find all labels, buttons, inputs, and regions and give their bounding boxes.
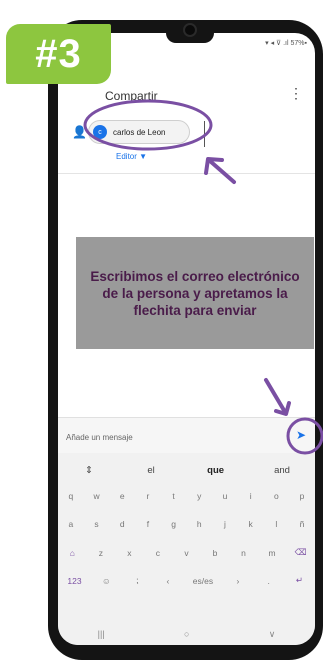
key[interactable]: j — [219, 519, 231, 529]
key[interactable]: k — [245, 519, 257, 529]
key[interactable]: i — [245, 491, 257, 501]
suggestion-1[interactable]: el — [145, 465, 157, 476]
space-key[interactable]: es/es — [193, 576, 213, 586]
step-badge: #3 — [6, 24, 111, 84]
key[interactable]: ‹ — [162, 576, 174, 586]
key[interactable]: l — [270, 519, 282, 529]
key[interactable]: ⁏ — [131, 575, 143, 586]
key[interactable]: c — [152, 548, 164, 558]
avatar: c — [93, 125, 107, 139]
key[interactable]: o — [270, 491, 282, 501]
recipient-chip[interactable]: c carlos de Leon — [88, 120, 190, 144]
role-dropdown[interactable]: Editor ▼ — [116, 152, 147, 161]
key[interactable]: d — [116, 519, 128, 529]
key[interactable]: u — [219, 491, 231, 501]
message-input[interactable]: Añade un mensaje — [66, 433, 133, 442]
key-row-4: 123 ☺ ⁏ ‹ es/es › . ↵ — [58, 575, 315, 586]
keyboard: ⇕ el que and q w e r t y u i o p a s d f… — [58, 453, 315, 645]
key[interactable]: m — [266, 548, 278, 558]
key[interactable]: r — [142, 491, 154, 501]
key[interactable]: t — [168, 491, 180, 501]
key[interactable]: n — [238, 548, 250, 558]
enter-key[interactable]: ↵ — [293, 575, 305, 586]
key[interactable]: h — [193, 519, 205, 529]
key[interactable]: f — [142, 519, 154, 529]
divider — [58, 173, 315, 174]
annotation-box: Escribimos el correo electrónico de la p… — [76, 237, 314, 349]
shift-key[interactable]: ⌂ — [66, 548, 78, 558]
key[interactable]: q — [65, 491, 77, 501]
key[interactable]: p — [296, 491, 308, 501]
suggestion-3[interactable]: and — [274, 465, 290, 476]
suggestion-2[interactable]: que — [207, 465, 224, 476]
emoji-key[interactable]: ☺ — [100, 576, 112, 586]
key-row-1: q w e r t y u i o p — [58, 491, 315, 501]
suggestion-row: ⇕ el que and — [58, 465, 315, 476]
key[interactable]: e — [116, 491, 128, 501]
recipient-name: carlos de Leon — [113, 127, 166, 137]
key[interactable]: › — [232, 576, 244, 586]
nav-bar: ||| ○ ∨ — [58, 623, 315, 645]
suggestion-expand[interactable]: ⇕ — [83, 465, 95, 476]
key[interactable]: v — [180, 548, 192, 558]
key[interactable]: . — [263, 576, 275, 586]
key-row-3: ⌂ z x c v b n m ⌫ — [58, 547, 315, 558]
camera-icon — [183, 23, 197, 37]
recents-button[interactable]: ||| — [98, 629, 105, 639]
key[interactable]: s — [91, 519, 103, 529]
key[interactable]: y — [193, 491, 205, 501]
status-bar: ▾ ◂ ⊽ .ıl 57%▪ — [265, 40, 307, 47]
page-title: Compartir — [105, 89, 158, 103]
backspace-key[interactable]: ⌫ — [295, 547, 307, 558]
key-row-2: a s d f g h j k l ñ — [58, 519, 315, 529]
key[interactable]: w — [91, 491, 103, 501]
key[interactable]: a — [65, 519, 77, 529]
back-button[interactable]: ∨ — [269, 629, 276, 640]
numbers-key[interactable]: 123 — [67, 576, 81, 586]
key[interactable]: g — [168, 519, 180, 529]
text-cursor — [204, 121, 205, 147]
key[interactable]: z — [95, 548, 107, 558]
home-button[interactable]: ○ — [184, 629, 189, 639]
key[interactable]: x — [123, 548, 135, 558]
more-vert-icon[interactable]: ⋮ — [289, 85, 303, 102]
key[interactable]: ñ — [296, 519, 308, 529]
send-icon[interactable]: ➤ — [296, 428, 306, 442]
key[interactable]: b — [209, 548, 221, 558]
